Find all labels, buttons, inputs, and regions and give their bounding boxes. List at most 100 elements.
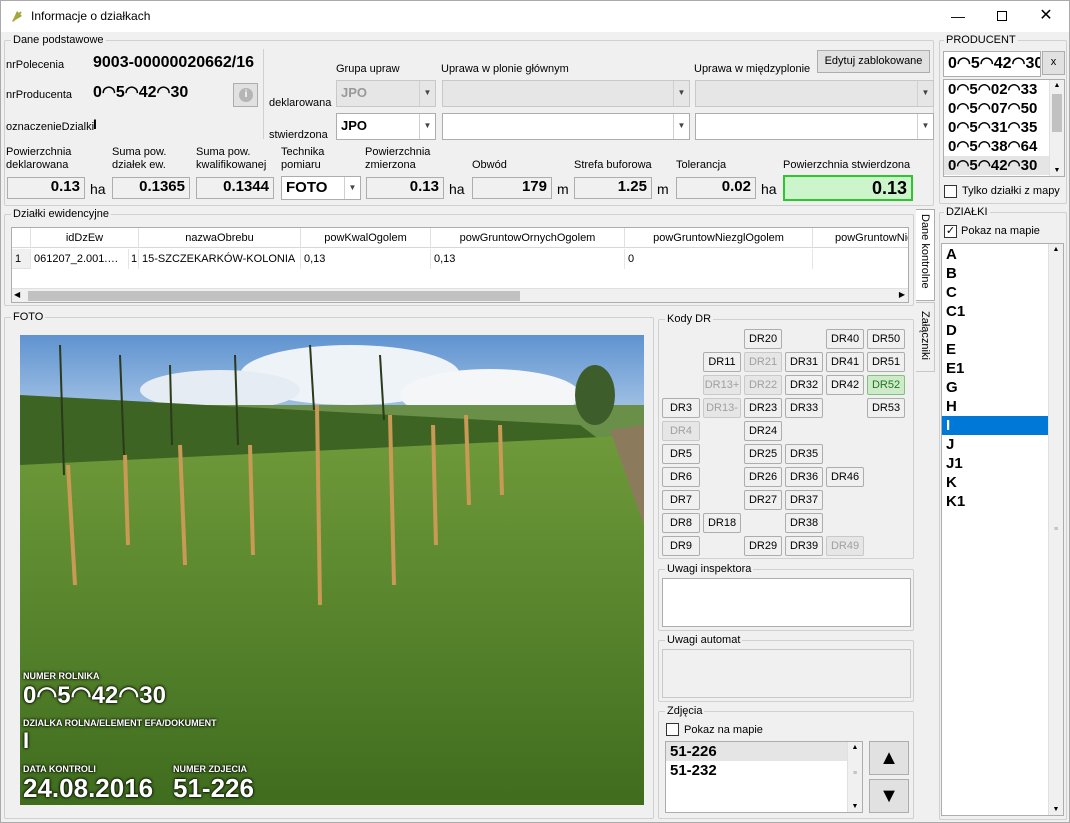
list-item[interactable]: 0◠5◠31◠35 (944, 118, 1064, 137)
dr29-button[interactable]: DR29 (744, 536, 782, 556)
dr3-button[interactable]: DR3 (662, 398, 700, 418)
scroll-down-icon[interactable]: ▼ (849, 803, 861, 810)
list-item-selected[interactable]: I (942, 416, 1063, 435)
dr5-button[interactable]: DR5 (662, 444, 700, 464)
list-item[interactable]: E (942, 340, 1063, 359)
field-photo[interactable]: NUMER ROLNIKA 0◠5◠42◠30 DZIALKA ROLNA/EL… (20, 335, 644, 805)
technika-combo[interactable]: FOTO ▼ (281, 176, 361, 200)
dr13plus-button[interactable]: DR13+ (703, 375, 741, 395)
dr26-button[interactable]: DR26 (744, 467, 782, 487)
list-item[interactable]: 0◠5◠07◠50 (944, 99, 1064, 118)
column-header[interactable]: powKwalOgolem (301, 228, 431, 248)
list-item[interactable]: K1 (942, 492, 1063, 511)
producent-list[interactable]: 0◠5◠02◠33 0◠5◠07◠50 0◠5◠31◠35 0◠5◠38◠64 … (943, 79, 1065, 177)
dr37-button[interactable]: DR37 (785, 490, 823, 510)
close-icon[interactable]: ✕ (1024, 1, 1068, 31)
dr13minus-button[interactable]: DR13- (703, 398, 741, 418)
dr27-button[interactable]: DR27 (744, 490, 782, 510)
dr42-button[interactable]: DR42 (826, 375, 864, 395)
zdjecia-show-map-checkbox[interactable] (666, 723, 679, 736)
column-header[interactable]: powGruntowNiezglOgolem (625, 228, 813, 248)
pow-stw-field[interactable]: 0.13 (783, 175, 913, 201)
edytuj-zablokowane-button[interactable]: Edytuj zablokowane (817, 50, 930, 73)
dr7-button[interactable]: DR7 (662, 490, 700, 510)
dr6-button[interactable]: DR6 (662, 467, 700, 487)
scroll-left-icon[interactable]: ◀ (14, 290, 20, 299)
table-cell[interactable]: 0,13 (431, 249, 625, 269)
dr53-button[interactable]: DR53 (867, 398, 905, 418)
dr39-button[interactable]: DR39 (785, 536, 823, 556)
list-item[interactable]: C1 (942, 302, 1063, 321)
uprawa-glowna-stw-combo[interactable]: ▼ (442, 113, 690, 140)
zdjecia-list[interactable]: 51-226 51-232 ▲ ≡ ▼ (665, 741, 863, 813)
scroll-right-icon[interactable]: ▶ (899, 290, 905, 299)
dr20-button[interactable]: DR20 (744, 329, 782, 349)
table-cell[interactable]: 1 (129, 249, 139, 269)
dr40-button[interactable]: DR40 (826, 329, 864, 349)
horizontal-scrollbar[interactable]: ◀ ▶ (12, 288, 908, 302)
grupa-stw-combo[interactable]: JPO ▼ (336, 113, 436, 140)
list-item[interactable]: H (942, 397, 1063, 416)
show-map-checkbox[interactable]: ✓ (944, 225, 957, 238)
list-item[interactable]: J1 (942, 454, 1063, 473)
dr4-button[interactable]: DR4 (662, 421, 700, 441)
maximize-icon[interactable] (980, 1, 1024, 31)
dr24-button[interactable]: DR24 (744, 421, 782, 441)
minimize-icon[interactable]: — (936, 1, 980, 31)
scroll-down-icon[interactable]: ▼ (1051, 167, 1063, 174)
list-item[interactable]: J (942, 435, 1063, 454)
scroll-up-icon[interactable]: ▲ (849, 744, 861, 751)
tab-zalaczniki[interactable]: Załączniki (916, 302, 935, 372)
dzialki-list[interactable]: A B C C1 D E E1 G H I J J1 K K1 ▲ ≡ ▼ (941, 243, 1064, 816)
list-item[interactable]: 0◠5◠42◠30 (944, 156, 1064, 175)
column-header[interactable]: powGruntowOrnychOgolem (431, 228, 625, 248)
list-item[interactable]: D (942, 321, 1063, 340)
list-item[interactable]: K (942, 473, 1063, 492)
list-item[interactable]: C (942, 283, 1063, 302)
scroll-thumb[interactable] (1052, 94, 1062, 132)
dr32-button[interactable]: DR32 (785, 375, 823, 395)
list-item[interactable]: G (942, 378, 1063, 397)
list-item[interactable]: A (942, 244, 1063, 264)
scroll-up-icon[interactable]: ▲ (1050, 246, 1062, 253)
dr25-button[interactable]: DR25 (744, 444, 782, 464)
dr8-button[interactable]: DR8 (662, 513, 700, 533)
list-item[interactable]: 0◠5◠02◠33 (944, 80, 1064, 99)
tab-dane-kontrolne[interactable]: Dane kontrolne (916, 209, 935, 301)
dr11-button[interactable]: DR11 (703, 352, 741, 372)
ewid-table[interactable]: idDzEw nazwaObrebu powKwalOgolem powGrun… (11, 227, 909, 303)
dr18-button[interactable]: DR18 (703, 513, 741, 533)
scrollbar[interactable]: ▲ ≡ ▼ (1048, 244, 1063, 815)
scrollbar[interactable]: ▲ ▼ (1049, 80, 1064, 176)
table-cell[interactable]: 061207_2.001.… (31, 249, 129, 269)
scroll-thumb[interactable] (28, 291, 520, 301)
list-item[interactable]: B (942, 264, 1063, 283)
column-header[interactable]: idDzEw (31, 228, 139, 248)
dr22-button[interactable]: DR22 (744, 375, 782, 395)
only-map-checkbox[interactable] (944, 185, 957, 198)
column-header[interactable]: nazwaObrebu (139, 228, 301, 248)
table-cell[interactable]: 15-SZCZEKARKÓW-KOLONIA (139, 249, 301, 269)
list-item[interactable]: 51-226 (666, 742, 862, 761)
dr35-button[interactable]: DR35 (785, 444, 823, 464)
scroll-down-icon[interactable]: ▼ (1050, 806, 1062, 813)
uprawa-miedzy-stw-combo[interactable]: ▼ (695, 113, 934, 140)
scroll-up-icon[interactable]: ▲ (1051, 82, 1063, 89)
dr51-button[interactable]: DR51 (867, 352, 905, 372)
dr33-button[interactable]: DR33 (785, 398, 823, 418)
producent-search-input[interactable]: 0◠5◠42◠30 (943, 51, 1041, 77)
table-cell[interactable]: 0 (625, 249, 813, 269)
list-item[interactable]: 51-232 (666, 761, 862, 780)
dr36-button[interactable]: DR36 (785, 467, 823, 487)
info-button[interactable]: i (233, 83, 258, 107)
dr49-button[interactable]: DR49 (826, 536, 864, 556)
clear-button[interactable]: x (1042, 51, 1065, 75)
dr52-button[interactable]: DR52 (867, 375, 905, 395)
photo-down-button[interactable]: ▼ (869, 779, 909, 813)
dr50-button[interactable]: DR50 (867, 329, 905, 349)
dr46-button[interactable]: DR46 (826, 467, 864, 487)
dr23-button[interactable]: DR23 (744, 398, 782, 418)
list-item[interactable]: E1 (942, 359, 1063, 378)
dr38-button[interactable]: DR38 (785, 513, 823, 533)
list-item[interactable]: 0◠5◠38◠64 (944, 137, 1064, 156)
